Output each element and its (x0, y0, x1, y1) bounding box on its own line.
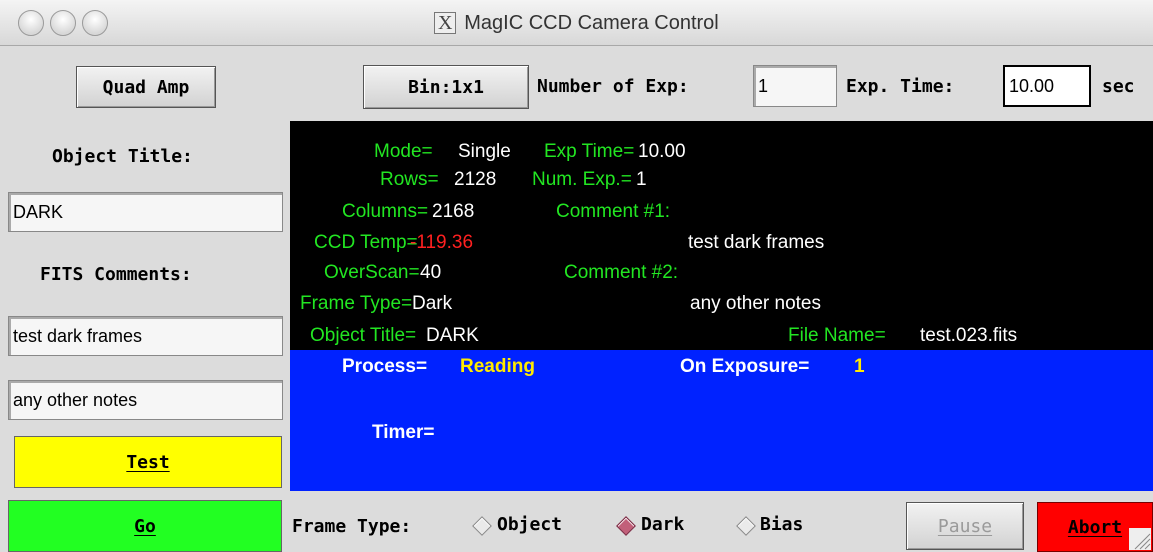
mode-value: Single (458, 141, 511, 162)
go-label: Go (134, 515, 156, 537)
fits-comments-label: FITS Comments: (40, 264, 192, 285)
object-title-input[interactable]: DARK (8, 192, 283, 232)
quad-amp-button[interactable]: Quad Amp (76, 66, 216, 108)
info-object-title-value: DARK (426, 325, 479, 346)
process-value: Reading (460, 356, 535, 377)
exp-time-unit: sec (1102, 76, 1135, 97)
exp-time-input[interactable]: 10.00 (1003, 65, 1091, 107)
bias-radio[interactable] (736, 516, 756, 536)
file-name-label: File Name= (788, 325, 886, 346)
object-title-label: Object Title: (52, 146, 193, 167)
rows-value: 2128 (454, 169, 497, 190)
ccd-temp-label: CCD Temp= (314, 232, 418, 253)
resize-grip-icon[interactable] (1129, 528, 1151, 550)
object-radio-label: Object (497, 514, 563, 535)
info-panel: Mode= Single Exp Time= 10.00 Rows= 2128 … (290, 121, 1153, 350)
test-label: Test (126, 451, 170, 473)
rows-label: Rows= (380, 169, 439, 190)
columns-value: 2168 (432, 201, 475, 222)
exp-time-label: Exp. Time: (846, 76, 955, 97)
object-radio[interactable] (472, 516, 492, 536)
test-button[interactable]: Test (14, 436, 282, 488)
comment2-header: Comment #2: (564, 262, 679, 283)
frame-type-radio-label: Frame Type: (292, 516, 412, 537)
file-name-value: test.023.fits (920, 325, 1018, 346)
abort-label: Abort (1067, 516, 1123, 538)
info-num-exp-label: Num. Exp.= (532, 169, 632, 190)
window-title: MagIC CCD Camera Control (464, 11, 719, 34)
bin-label: Bin:1x1 (408, 76, 484, 98)
title-bar: X MagIC CCD Camera Control (0, 0, 1153, 46)
dark-radio-label: Dark (641, 514, 685, 535)
info-exp-time-label: Exp Time= (544, 141, 635, 162)
info-comment1-value: test dark frames (688, 232, 825, 253)
comment1-input[interactable]: test dark frames (8, 316, 283, 356)
info-exp-time-value: 10.00 (638, 141, 686, 162)
mode-label: Mode= (374, 141, 433, 162)
frame-type-label: Frame Type= (300, 293, 413, 314)
bias-radio-label: Bias (760, 514, 804, 535)
overscan-value: 40 (420, 262, 442, 283)
on-exposure-label: On Exposure= (680, 356, 810, 377)
comment1-header: Comment #1: (556, 201, 671, 222)
x11-icon: X (434, 12, 457, 34)
comment2-input[interactable]: any other notes (8, 380, 283, 420)
info-num-exp-value: 1 (636, 169, 647, 190)
dark-radio[interactable] (616, 516, 636, 536)
ccd-temp-value: -119.36 (410, 232, 474, 253)
go-button[interactable]: Go (8, 500, 282, 552)
on-exposure-value: 1 (854, 356, 865, 377)
columns-label: Columns= (342, 201, 429, 222)
quad-amp-label: Quad Amp (102, 76, 190, 98)
process-label: Process= (342, 356, 428, 377)
bin-button[interactable]: Bin:1x1 (363, 65, 529, 109)
frame-type-value: Dark (412, 293, 453, 314)
pause-label: Pause (937, 515, 993, 537)
num-exp-label: Number of Exp: (537, 76, 689, 97)
pause-button[interactable]: Pause (906, 502, 1024, 550)
info-comment2-value: any other notes (690, 293, 821, 314)
num-exp-input[interactable]: 1 (753, 65, 837, 107)
info-object-title-label: Object Title= (310, 325, 417, 346)
overscan-label: OverScan= (324, 262, 420, 283)
status-panel: Process= Reading On Exposure= 1 Timer= (290, 350, 1153, 491)
timer-label: Timer= (372, 422, 435, 443)
